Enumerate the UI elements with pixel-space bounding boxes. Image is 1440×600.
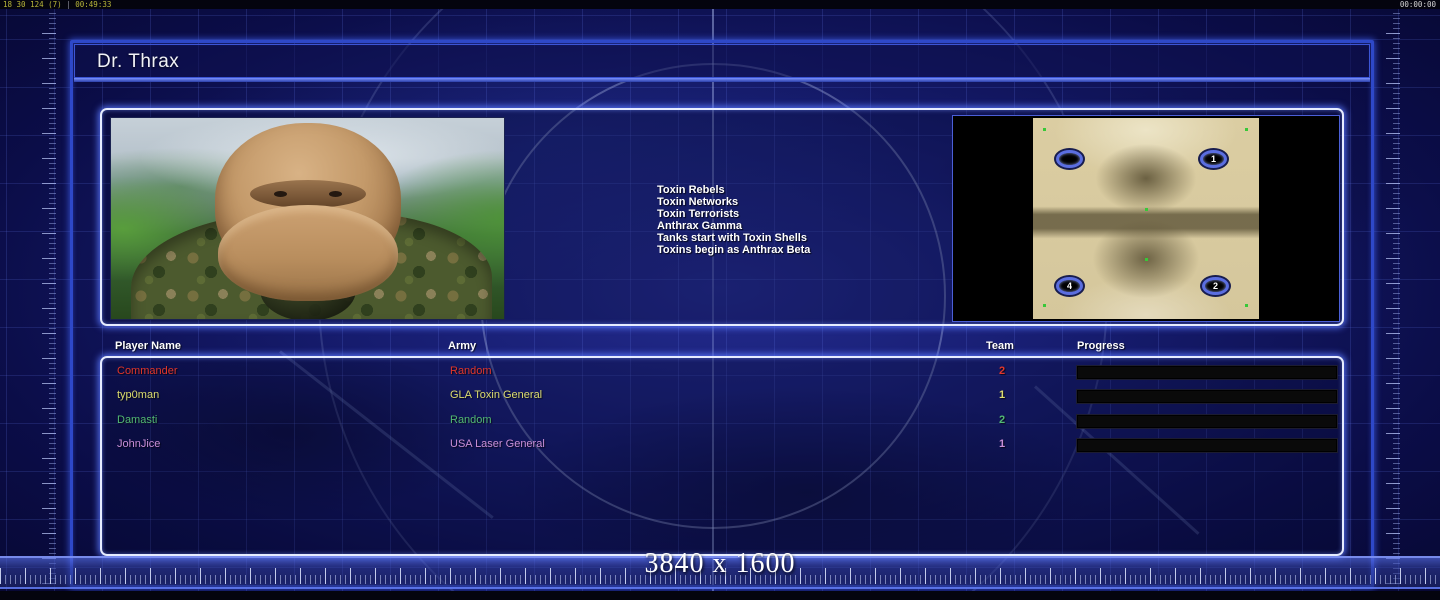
player-team: 1 bbox=[998, 438, 1006, 450]
player-team: 2 bbox=[998, 414, 1006, 426]
ability-line: Tanks start with Toxin Shells bbox=[657, 232, 807, 244]
elapsed-timer: 00:49:33 bbox=[75, 0, 112, 9]
map-dot bbox=[1245, 304, 1248, 307]
portrait-face-wrap bbox=[217, 205, 398, 302]
player-team: 1 bbox=[998, 389, 1006, 401]
map-dot bbox=[1145, 258, 1148, 261]
player-name: JohnJice bbox=[117, 438, 161, 450]
start-position-marker bbox=[1056, 150, 1083, 168]
player-army: USA Laser General bbox=[450, 438, 545, 450]
table-row: JohnJice USA Laser General 1 bbox=[102, 438, 1342, 458]
ability-line: Toxins begin as Anthrax Beta bbox=[657, 244, 811, 256]
ability-line: Toxin Rebels bbox=[657, 184, 725, 196]
player-army: Random bbox=[450, 414, 492, 426]
progress-bar bbox=[1077, 390, 1337, 403]
column-header-player-name: Player Name bbox=[115, 340, 182, 352]
player-name: typ0man bbox=[117, 389, 160, 401]
table-row: typ0man GLA Toxin General 1 bbox=[102, 389, 1342, 409]
start-position-marker: 1 bbox=[1200, 150, 1227, 168]
title-bar: Dr. Thrax bbox=[74, 44, 1370, 78]
portrait-headwrap bbox=[214, 123, 401, 302]
bottom-black-bar bbox=[0, 591, 1440, 600]
map-preview: 1 4 2 bbox=[952, 115, 1340, 322]
table-row: Damasti Random 2 bbox=[102, 414, 1342, 434]
map-dot bbox=[1043, 304, 1046, 307]
general-abilities-list: Toxin Rebels Toxin Networks Toxin Terror… bbox=[657, 184, 810, 256]
ability-line: Toxin Networks bbox=[657, 196, 739, 208]
portrait-face bbox=[249, 179, 366, 208]
start-position-marker: 4 bbox=[1056, 277, 1083, 295]
map-dot bbox=[1245, 128, 1248, 131]
right-ruler bbox=[1386, 8, 1400, 592]
player-army: Random bbox=[450, 365, 492, 377]
general-portrait bbox=[110, 117, 505, 320]
player-table: Commander Random 2 typ0man GLA Toxin Gen… bbox=[100, 356, 1344, 556]
general-info-panel: Toxin Rebels Toxin Networks Toxin Terror… bbox=[100, 108, 1344, 326]
separator: | bbox=[66, 0, 76, 9]
player-army: GLA Toxin General bbox=[450, 389, 543, 401]
table-row: Commander Random 2 bbox=[102, 365, 1342, 385]
title-divider bbox=[74, 78, 1370, 82]
right-timer: 00:00:00 bbox=[1399, 0, 1436, 9]
player-name: Commander bbox=[117, 365, 178, 377]
player-name: Damasti bbox=[117, 414, 158, 426]
column-header-team: Team bbox=[986, 340, 1014, 352]
column-header-army: Army bbox=[448, 340, 477, 352]
map-dot bbox=[1043, 128, 1046, 131]
player-team: 2 bbox=[998, 365, 1006, 377]
left-ruler bbox=[42, 8, 56, 592]
frame-counters: 18 30 124 (7) | 00:49:33 bbox=[3, 0, 111, 9]
portrait-eye bbox=[273, 190, 287, 197]
ability-line: Anthrax Gamma bbox=[657, 220, 742, 232]
progress-bar bbox=[1077, 366, 1337, 379]
map-dot bbox=[1145, 208, 1148, 211]
progress-bar bbox=[1077, 415, 1337, 428]
progress-bar bbox=[1077, 439, 1337, 452]
loading-screen: Dr. Thrax Toxin Rebels Toxin Networks To… bbox=[0, 0, 1440, 600]
top-status-bar: 18 30 124 (7) | 00:49:33 00:00:00 bbox=[0, 0, 1440, 9]
ability-line: Toxin Terrorists bbox=[657, 208, 740, 220]
counter-values: 18 30 124 (7) bbox=[3, 0, 62, 9]
resolution-label: 3840 x 1600 bbox=[644, 548, 796, 579]
start-position-marker: 2 bbox=[1202, 277, 1229, 295]
page-title: Dr. Thrax bbox=[97, 51, 180, 72]
column-header-progress: Progress bbox=[1077, 340, 1125, 352]
portrait-eye bbox=[328, 190, 342, 197]
